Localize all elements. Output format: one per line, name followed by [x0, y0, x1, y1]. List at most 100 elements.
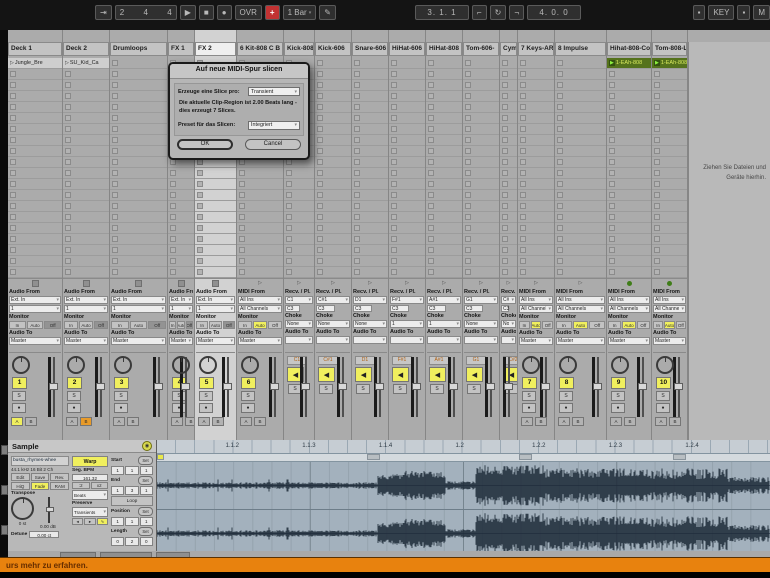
- solo-button[interactable]: S: [12, 391, 26, 401]
- clip-stop-square[interactable]: [112, 137, 118, 143]
- volume-fader[interactable]: [592, 357, 602, 417]
- clip-stop-square[interactable]: [391, 71, 397, 77]
- clip-stop-square[interactable]: [65, 126, 71, 132]
- clip-stop-row[interactable]: [195, 278, 236, 288]
- clip-slot[interactable]: [518, 135, 554, 146]
- clip-stop-square[interactable]: [609, 170, 615, 176]
- clip-stop-square[interactable]: [112, 126, 118, 132]
- volume-fader[interactable]: [269, 357, 279, 417]
- clip-stop-square[interactable]: [354, 137, 360, 143]
- clip-slot[interactable]: [110, 124, 167, 135]
- clip-slot[interactable]: [389, 157, 425, 168]
- solo-button[interactable]: S: [199, 391, 213, 401]
- clip-slot[interactable]: [426, 80, 462, 91]
- clip-slot[interactable]: [168, 201, 194, 212]
- clip-slot[interactable]: [607, 146, 651, 157]
- clip-stop-square[interactable]: [428, 93, 434, 99]
- clip-slot[interactable]: [110, 80, 167, 91]
- start-set-button[interactable]: Set: [138, 456, 153, 465]
- crossfade-b-button[interactable]: B: [80, 417, 92, 426]
- clip-stop-square[interactable]: [520, 203, 526, 209]
- clip-stop-square[interactable]: [520, 269, 526, 275]
- clip-stop-row[interactable]: ▷: [352, 278, 388, 288]
- clip-stop-square[interactable]: [112, 181, 118, 187]
- crossfade-b-button[interactable]: B: [25, 417, 37, 426]
- clip-stop-square[interactable]: [10, 247, 16, 253]
- arm-button[interactable]: ●: [522, 403, 536, 413]
- crossfade-a-button[interactable]: A: [11, 417, 23, 426]
- clip-slot[interactable]: [652, 80, 687, 91]
- clip-stop-row[interactable]: ▷: [500, 278, 517, 288]
- clip-slot[interactable]: [315, 80, 351, 91]
- stop-all-clips-button[interactable]: [83, 280, 90, 287]
- volume-fader[interactable]: [300, 357, 310, 417]
- clip-slot[interactable]: [195, 223, 236, 234]
- solo-button[interactable]: S: [656, 391, 670, 401]
- clip-slot[interactable]: [426, 157, 462, 168]
- clip-stop-square[interactable]: [520, 60, 526, 66]
- clip-slot[interactable]: [110, 234, 167, 245]
- clip-stop-square[interactable]: [354, 82, 360, 88]
- clip-stop-square[interactable]: [10, 192, 16, 198]
- volume-fader[interactable]: [95, 357, 105, 417]
- clip-slot[interactable]: [652, 212, 687, 223]
- clip-slot[interactable]: [555, 267, 606, 278]
- overdub-button[interactable]: OVR: [235, 5, 262, 20]
- clip-slot[interactable]: [110, 212, 167, 223]
- clip-stop-square[interactable]: [654, 148, 660, 154]
- clip-stop-square[interactable]: [557, 93, 563, 99]
- fader-handle[interactable]: [449, 383, 458, 390]
- clip-stop-square[interactable]: [10, 115, 16, 121]
- clip-stop-square[interactable]: [428, 225, 434, 231]
- clip-stop-square[interactable]: [391, 159, 397, 165]
- output-select[interactable]: Master▾: [111, 337, 166, 345]
- clip-stop-square[interactable]: [239, 214, 245, 220]
- monitor-auto-button[interactable]: Auto: [664, 321, 674, 329]
- clip-slot[interactable]: [500, 234, 517, 245]
- arrangement-position-box[interactable]: 3. 1. 1: [415, 5, 469, 20]
- track-header-deck-2[interactable]: Deck 2: [63, 42, 109, 56]
- clip-stop-square[interactable]: [609, 148, 615, 154]
- clip-stop-square[interactable]: [170, 203, 176, 209]
- input-type-select[interactable]: Ext. In▾: [169, 296, 193, 304]
- clip-slot[interactable]: [8, 124, 62, 135]
- clip-slot[interactable]: [555, 212, 606, 223]
- clip-stop-square[interactable]: [609, 192, 615, 198]
- clip-slot[interactable]: [63, 168, 109, 179]
- clip-stop-square[interactable]: [170, 170, 176, 176]
- clip-stop-square[interactable]: [10, 159, 16, 165]
- clip-stop-square[interactable]: [10, 214, 16, 220]
- clip-slot[interactable]: [500, 245, 517, 256]
- clip-slot[interactable]: [110, 146, 167, 157]
- clip-slot[interactable]: ▶1-EAh-808: [652, 58, 687, 69]
- clip-stop-square[interactable]: [317, 170, 323, 176]
- volume-fader[interactable]: [411, 357, 421, 417]
- input-channel-select[interactable]: 1▾: [111, 305, 166, 313]
- monitor-off-button[interactable]: Off: [94, 321, 108, 329]
- punch-out-button[interactable]: ¬: [509, 5, 524, 20]
- clip-stop-square[interactable]: [239, 170, 245, 176]
- clip-slot[interactable]: [555, 201, 606, 212]
- clip-stop-square[interactable]: [354, 258, 360, 264]
- crossfade-a-button[interactable]: A: [610, 417, 622, 426]
- clip-slot[interactable]: [352, 245, 388, 256]
- clip-slot[interactable]: [8, 245, 62, 256]
- output-select[interactable]: Master▾: [653, 337, 686, 345]
- clip-stop-square[interactable]: [354, 170, 360, 176]
- clip-stop-square[interactable]: [609, 181, 615, 187]
- arm-button[interactable]: ●: [12, 403, 26, 413]
- clip-stop-square[interactable]: [520, 192, 526, 198]
- track-activator-button[interactable]: 3: [114, 377, 129, 389]
- clip-slot[interactable]: [518, 201, 554, 212]
- clip-slot[interactable]: [237, 190, 283, 201]
- clip-slot[interactable]: [63, 256, 109, 267]
- monitor-off-button[interactable]: Off: [44, 321, 61, 329]
- clip-stop-square[interactable]: [465, 192, 471, 198]
- clip-stop-square[interactable]: [354, 104, 360, 110]
- clip-slot[interactable]: [389, 190, 425, 201]
- clip-stop-square[interactable]: [197, 236, 203, 242]
- input-type-select[interactable]: Ext. In▾: [64, 296, 108, 304]
- clip-slot[interactable]: [652, 146, 687, 157]
- clip-stop-square[interactable]: [317, 82, 323, 88]
- clip-stop-square[interactable]: [428, 258, 434, 264]
